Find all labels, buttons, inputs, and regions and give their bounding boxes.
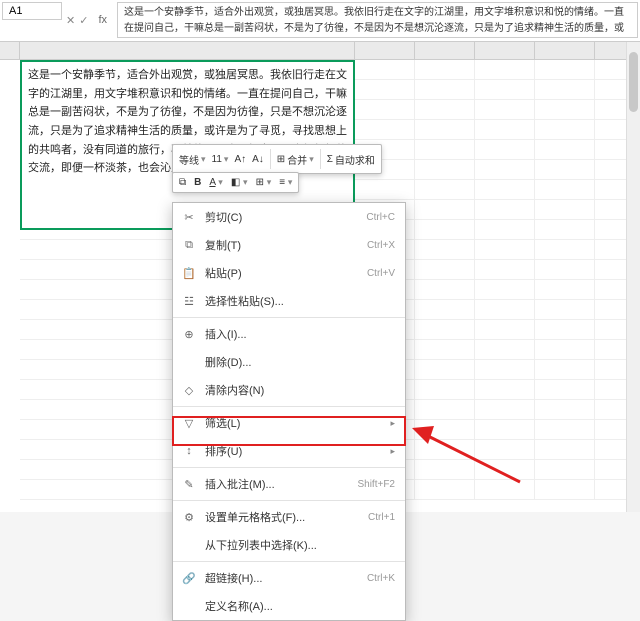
name-box[interactable]: A1 [2, 2, 62, 20]
merge-cell-button[interactable]: ⊞ 合并 ▾ [277, 152, 314, 167]
cm-delete[interactable]: 删除(D)... [173, 348, 405, 376]
mini-toolbar-row2: ⧉ B A ▾ ◧ ▾ ⊞ ▾ ≡ ▾ [172, 172, 299, 193]
cm-insert[interactable]: ⊕插入(I)... [173, 320, 405, 348]
cm-hyperlink[interactable]: 🔗超链接(H)...Ctrl+K [173, 564, 405, 592]
cm-insert-comment[interactable]: ✎插入批注(M)...Shift+F2 [173, 470, 405, 498]
filter-icon: ▽ [181, 417, 197, 430]
comment-icon: ✎ [181, 478, 197, 491]
bold-button[interactable]: B [194, 177, 201, 188]
scrollbar-thumb[interactable] [629, 52, 638, 112]
cm-sort[interactable]: ↕排序(U)▸ [173, 437, 405, 465]
context-menu: ✂剪切(C)Ctrl+C ⧉复制(T)Ctrl+X 📋粘贴(P)Ctrl+V ☳… [172, 202, 406, 621]
font-color-button[interactable]: A ▾ [209, 177, 222, 188]
sort-icon: ↕ [181, 445, 197, 457]
border-button[interactable]: ⊞ ▾ [256, 177, 272, 188]
cm-format-cells[interactable]: ⚙设置单元格格式(F)...Ctrl+1 [173, 503, 405, 531]
formula-toolbar: A1 ✕ ✓ fx 这是一个安静季节，适合外出观赏，或独居冥思。我依旧行走在文字… [0, 0, 640, 42]
cm-filter[interactable]: ▽筛选(L)▸ [173, 409, 405, 437]
paste-icon: 📋 [181, 267, 197, 280]
cm-paste[interactable]: 📋粘贴(P)Ctrl+V [173, 259, 405, 287]
cm-cut[interactable]: ✂剪切(C)Ctrl+C [173, 203, 405, 231]
format-icon: ⚙ [181, 511, 197, 524]
font-size-dropdown[interactable]: 11 ▾ [212, 154, 229, 165]
autosum-button[interactable]: Σ 自动求和 [327, 152, 375, 167]
link-icon: 🔗 [181, 572, 197, 585]
vertical-scrollbar[interactable] [626, 42, 640, 512]
increase-font-icon[interactable]: A↑ [234, 154, 246, 165]
cm-pick-from-dropdown[interactable]: 从下拉列表中选择(K)... [173, 531, 405, 559]
cm-copy[interactable]: ⧉复制(T)Ctrl+X [173, 231, 405, 259]
fill-color-button[interactable]: ◧ ▾ [231, 177, 248, 188]
paste-special-icon: ☳ [181, 295, 197, 308]
spreadsheet: 这是一个安静季节，适合外出观赏，或独居冥思。我依旧行走在文字的江湖里，用文字堆积… [0, 42, 640, 512]
align-button[interactable]: ≡ ▾ [279, 177, 292, 188]
copy-icon: ⧉ [181, 239, 197, 252]
cancel-icon[interactable]: ✕ [66, 14, 75, 27]
column-headers [0, 42, 640, 60]
formula-bar[interactable]: 这是一个安静季节，适合外出观赏，或独居冥思。我依旧行走在文字的江湖里，用文字堆积… [117, 2, 638, 38]
decrease-font-icon[interactable]: A↓ [252, 154, 264, 165]
clear-icon: ◇ [181, 384, 197, 397]
cm-clear[interactable]: ◇清除内容(N) [173, 376, 405, 404]
insert-icon: ⊕ [181, 328, 197, 341]
format-painter-icon[interactable]: ⧉ [179, 177, 186, 188]
cm-paste-special[interactable]: ☳选择性粘贴(S)... [173, 287, 405, 315]
confirm-icon[interactable]: ✓ [79, 14, 88, 27]
font-family-dropdown[interactable]: 等线 ▾ [179, 152, 206, 167]
mini-toolbar: 等线 ▾ 11 ▾ A↑ A↓ ⊞ 合并 ▾ Σ 自动求和 [172, 144, 382, 174]
fx-icon[interactable]: fx [92, 14, 113, 26]
cm-define-name[interactable]: 定义名称(A)... [173, 592, 405, 620]
cut-icon: ✂ [181, 211, 197, 224]
